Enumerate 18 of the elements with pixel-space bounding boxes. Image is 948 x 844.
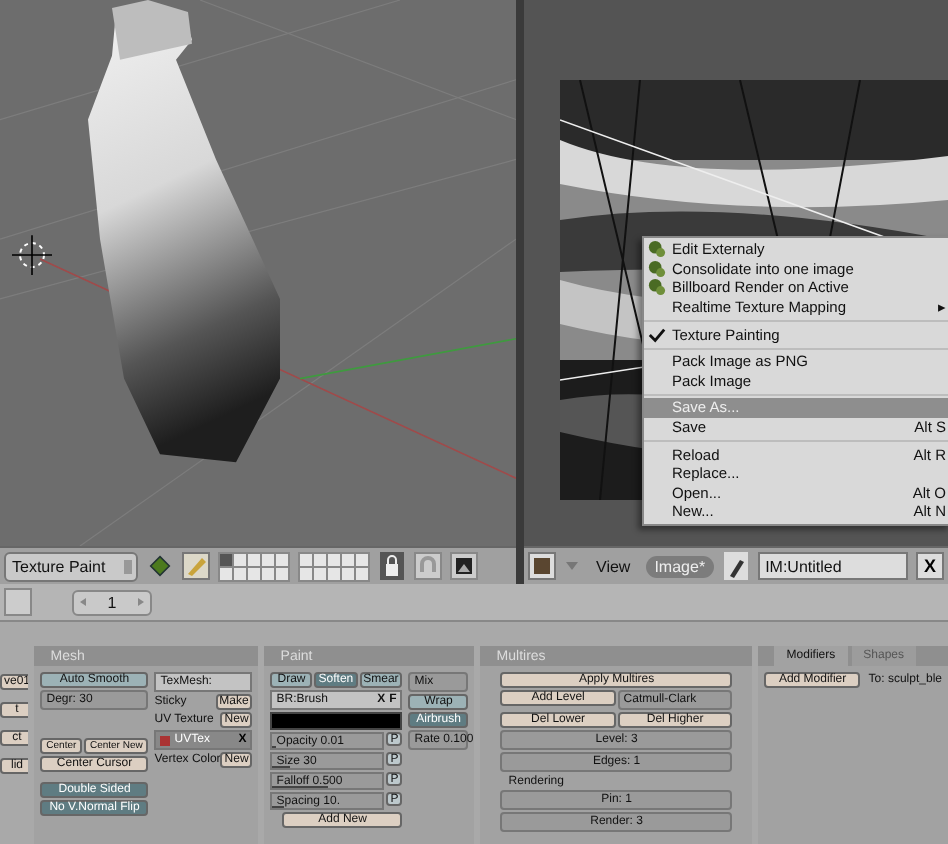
image-name-field[interactable]: IM:Untitled (757, 552, 908, 580)
pin-icon[interactable] (721, 552, 750, 580)
3d-cursor-icon (11, 234, 53, 276)
pencil-icon[interactable] (182, 552, 210, 580)
mode-dropdown[interactable]: Texture Paint (4, 551, 138, 581)
lock-icon[interactable] (378, 552, 406, 580)
close-button[interactable]: X (916, 552, 944, 580)
layer-buttons[interactable] (218, 551, 290, 581)
header-menu[interactable]: View (588, 555, 639, 577)
frame-field[interactable]: 1 (72, 589, 152, 615)
layer-buttons[interactable] (298, 551, 370, 581)
diamond-icon[interactable] (146, 552, 174, 580)
blob-icon (648, 240, 666, 259)
header-menu[interactable]: Image* (646, 555, 714, 577)
blob-icon (648, 278, 666, 297)
blob-icon (648, 259, 666, 278)
render-icon[interactable] (450, 552, 478, 580)
color-swatch[interactable] (270, 712, 403, 730)
